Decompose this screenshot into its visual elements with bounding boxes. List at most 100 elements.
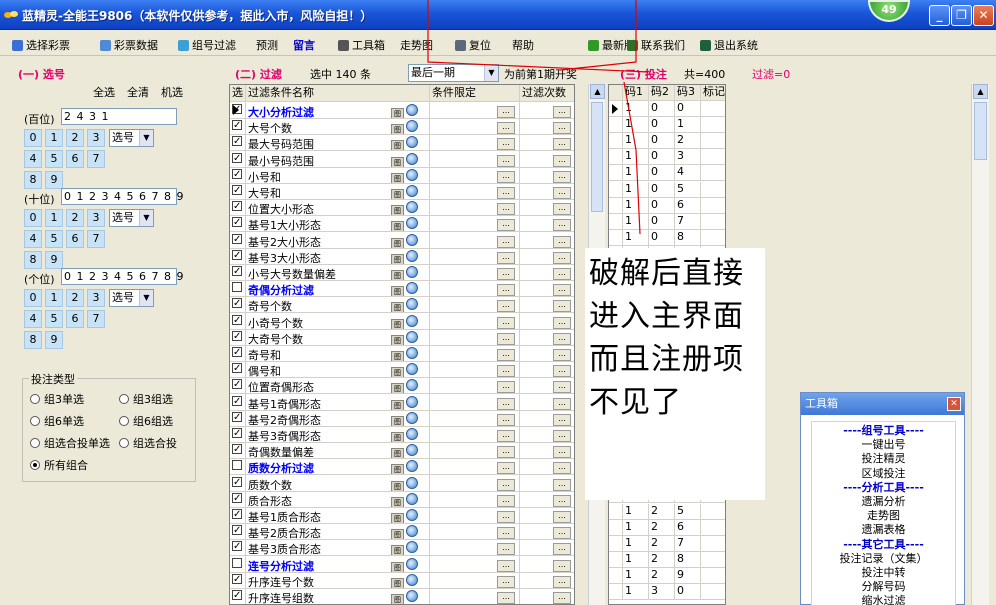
select-lottery-button[interactable]: 选择彩票: [12, 37, 70, 53]
contact-us-button[interactable]: 联系我们: [627, 37, 685, 53]
table-row[interactable]: 偶号和 图......: [230, 361, 574, 379]
settings-icon[interactable]: [406, 201, 418, 214]
row-checkbox[interactable]: [232, 491, 242, 506]
row-checkbox[interactable]: [232, 377, 242, 392]
toolbox-item[interactable]: 区域投注: [812, 467, 955, 480]
edit-condition-button[interactable]: ...: [497, 365, 515, 378]
settings-icon[interactable]: [406, 347, 418, 359]
row-checkbox[interactable]: [232, 183, 242, 198]
edit-count-button[interactable]: ...: [553, 251, 571, 264]
table-row[interactable]: 最大号码范围 图......: [230, 134, 574, 152]
row-checkbox[interactable]: [232, 345, 242, 360]
edit-condition-button[interactable]: ...: [497, 462, 515, 475]
settings-icon[interactable]: [406, 492, 418, 505]
row-checkbox[interactable]: [232, 313, 242, 328]
column-header[interactable]: 过滤条件名称: [246, 85, 430, 101]
edit-condition-button[interactable]: ...: [497, 203, 515, 216]
table-row[interactable]: 奇偶数量偏差 图......: [230, 442, 574, 460]
edit-condition-button[interactable]: ...: [497, 219, 515, 232]
pick-select-ones[interactable]: 选号 ▼: [109, 289, 154, 307]
toolbox-item[interactable]: 投注中转: [812, 566, 955, 579]
edit-count-button[interactable]: ...: [553, 381, 571, 394]
number-button-1[interactable]: 1: [45, 289, 63, 307]
settings-icon[interactable]: [406, 509, 418, 521]
number-button-5[interactable]: 5: [45, 230, 63, 248]
number-button-5[interactable]: 5: [45, 310, 63, 328]
edit-condition-button[interactable]: ...: [497, 138, 515, 151]
bet-scrollbar[interactable]: ▲: [971, 84, 989, 605]
row-checkbox[interactable]: [232, 264, 242, 279]
table-row[interactable]: 106: [609, 197, 725, 214]
edit-count-button[interactable]: ...: [553, 430, 571, 442]
number-button-1[interactable]: 1: [45, 209, 63, 227]
chart-button[interactable]: 图: [391, 318, 404, 329]
settings-icon[interactable]: [406, 233, 418, 246]
chart-button[interactable]: 图: [391, 594, 404, 604]
row-checkbox[interactable]: [232, 475, 242, 490]
number-button-7[interactable]: 7: [87, 230, 105, 248]
edit-condition-button[interactable]: ...: [497, 154, 515, 167]
number-button-9[interactable]: 9: [45, 171, 63, 189]
edit-count-button[interactable]: ...: [553, 478, 571, 491]
settings-icon[interactable]: [406, 266, 418, 278]
chart-button[interactable]: 图: [391, 156, 404, 167]
settings-icon[interactable]: [406, 379, 418, 392]
number-button-4[interactable]: 4: [24, 310, 42, 328]
exit-system-button[interactable]: 退出系统: [700, 37, 758, 53]
table-row[interactable]: 基号2大小形态 图......: [230, 231, 574, 249]
chart-button[interactable]: 图: [391, 577, 404, 588]
chart-button[interactable]: 图: [391, 334, 404, 345]
column-header[interactable]: 码1: [623, 85, 649, 100]
edit-count-button[interactable]: ...: [553, 138, 571, 151]
edit-condition-button[interactable]: ...: [497, 106, 515, 118]
settings-icon[interactable]: [406, 557, 418, 570]
bet-type-radio[interactable]: 组选合投单选: [30, 435, 110, 451]
edit-count-button[interactable]: ...: [553, 559, 571, 572]
table-row[interactable]: 108: [609, 229, 725, 246]
table-row[interactable]: 103: [609, 149, 725, 166]
edit-count-button[interactable]: ...: [553, 268, 571, 280]
edit-count-button[interactable]: ...: [553, 446, 571, 459]
settings-icon[interactable]: [406, 185, 418, 197]
edit-condition-button[interactable]: ...: [497, 170, 515, 183]
number-button-0[interactable]: 0: [24, 289, 42, 307]
row-checkbox[interactable]: [232, 460, 242, 471]
table-row[interactable]: 130: [609, 584, 725, 600]
number-button-1[interactable]: 1: [45, 129, 63, 147]
edit-count-button[interactable]: ...: [553, 106, 571, 118]
row-checkbox[interactable]: [232, 167, 242, 182]
edit-count-button[interactable]: ...: [553, 365, 571, 378]
table-row[interactable]: 125: [609, 503, 725, 520]
trend-chart-button[interactable]: 走势图: [400, 37, 433, 53]
chart-button[interactable]: 图: [391, 415, 404, 426]
edit-count-button[interactable]: ...: [553, 527, 571, 540]
settings-icon[interactable]: [406, 298, 418, 311]
chart-button[interactable]: 图: [391, 124, 404, 135]
table-row[interactable]: 大号和 图......: [230, 183, 574, 200]
edit-count-button[interactable]: ...: [553, 154, 571, 167]
bet-type-radio[interactable]: 组6组选: [119, 413, 173, 429]
edit-condition-button[interactable]: ...: [497, 316, 515, 329]
settings-icon[interactable]: [406, 476, 418, 489]
select-all-link[interactable]: 全选: [93, 84, 115, 100]
settings-icon[interactable]: [406, 168, 418, 181]
settings-icon[interactable]: [406, 460, 418, 473]
row-checkbox[interactable]: [232, 410, 242, 425]
table-row[interactable]: 101: [609, 117, 725, 134]
bet-type-radio[interactable]: 所有组合: [30, 457, 88, 473]
chart-button[interactable]: 图: [391, 205, 404, 216]
edit-count-button[interactable]: ...: [553, 170, 571, 183]
settings-icon[interactable]: [406, 363, 418, 376]
number-button-3[interactable]: 3: [87, 129, 105, 147]
edit-condition-button[interactable]: ...: [497, 592, 515, 604]
close-icon[interactable]: ✕: [947, 397, 961, 411]
chart-button[interactable]: 图: [391, 172, 404, 183]
edit-count-button[interactable]: ...: [553, 332, 571, 345]
number-button-4[interactable]: 4: [24, 150, 42, 168]
table-row[interactable]: 升序连号个数 图......: [230, 571, 574, 589]
row-checkbox[interactable]: [232, 426, 242, 441]
digit-input-hundreds[interactable]: 2 4 3 1: [61, 108, 177, 125]
table-row[interactable]: 基号3奇偶形态 图......: [230, 426, 574, 443]
number-button-9[interactable]: 9: [45, 251, 63, 269]
edit-condition-button[interactable]: ...: [497, 413, 515, 426]
